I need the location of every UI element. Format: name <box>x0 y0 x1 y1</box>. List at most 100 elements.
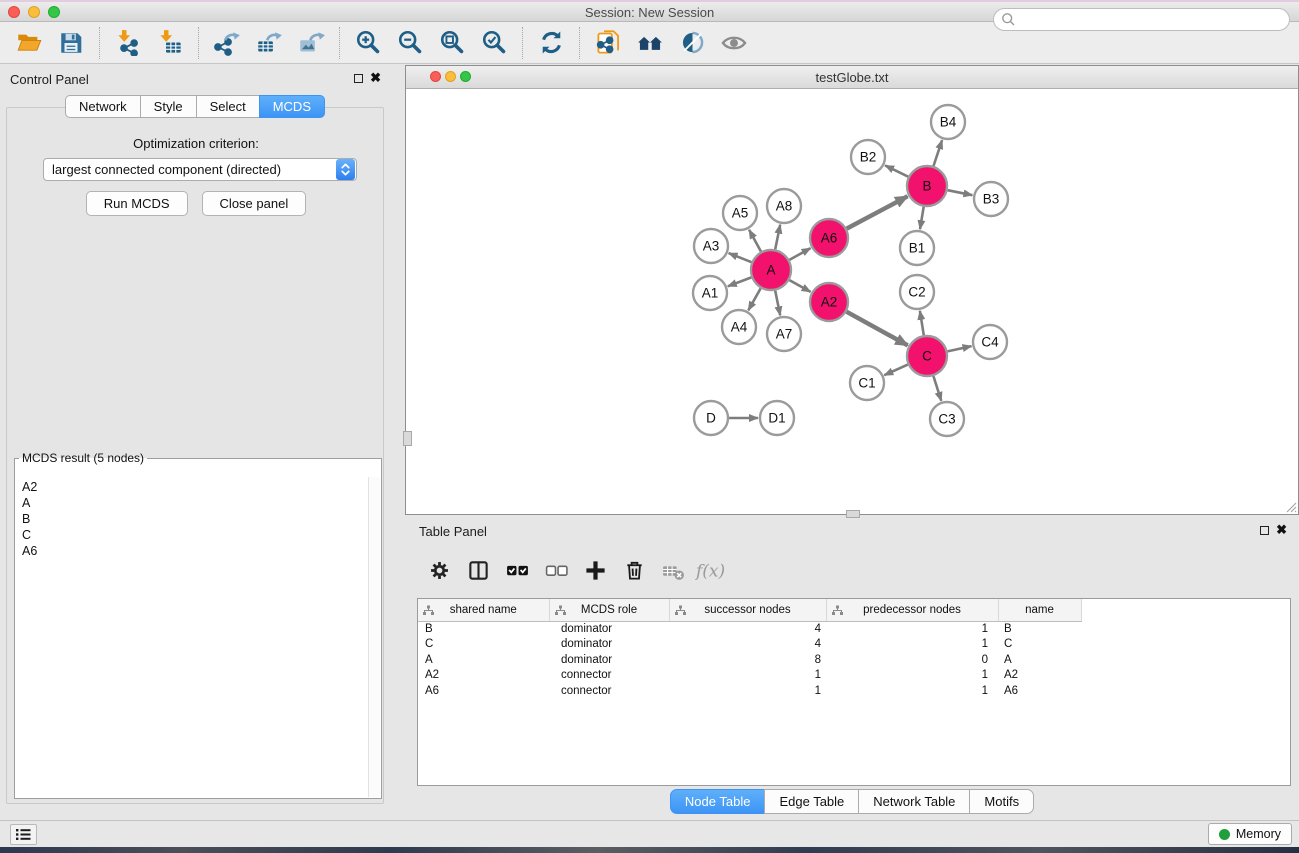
show-columns-button[interactable] <box>463 556 493 588</box>
network-canvas[interactable]: ABCA2A6A1A3A4A5A7A8B1B2B3B4C1C2C3C4DD1 <box>406 89 1298 514</box>
export-network-button[interactable] <box>206 24 248 62</box>
table-cell: dominator <box>549 637 669 653</box>
result-scrollbar[interactable] <box>368 477 380 797</box>
float-panel-icon[interactable] <box>354 74 363 83</box>
gear-icon <box>428 559 451 585</box>
table-cell-filler <box>1081 684 1291 700</box>
close-panel-button[interactable]: Close panel <box>202 191 307 216</box>
node-table: shared nameMCDS rolesuccessor nodes prede… <box>418 599 1291 699</box>
graph-edge-A6-B[interactable] <box>847 196 908 228</box>
mcds-result-item[interactable]: C <box>16 527 368 543</box>
table-row[interactable]: Cdominator41C <box>418 637 1291 653</box>
table-close-icon[interactable]: ✖ <box>1276 522 1287 538</box>
toolbar-separator <box>522 27 523 59</box>
graph-edge-A-A5[interactable] <box>749 230 761 252</box>
column-header-shared-name[interactable]: shared name <box>418 599 549 621</box>
zoom-in-button[interactable] <box>347 24 389 62</box>
graph-node-label-A6: A6 <box>821 231 838 246</box>
deselect-all-rows-button[interactable] <box>541 556 571 588</box>
column-header-successor-nodes[interactable]: successor nodes <box>669 599 826 621</box>
new-network-from-selection-button[interactable] <box>587 24 629 62</box>
memory-button[interactable]: Memory <box>1208 823 1292 845</box>
graph-edge-A-A6[interactable] <box>789 248 810 260</box>
houses-icon <box>637 29 664 56</box>
graph-edge-B-B2[interactable] <box>885 165 908 176</box>
zoom-selected-button[interactable] <box>473 24 515 62</box>
mcds-panel: Optimization criterion: largest connecte… <box>6 107 384 804</box>
run-mcds-button[interactable]: Run MCDS <box>86 191 188 216</box>
search-input[interactable] <box>1016 11 1289 29</box>
table-tab-network-table[interactable]: Network Table <box>858 789 970 814</box>
table-cell: C <box>418 637 549 653</box>
table-row[interactable]: A6connector11A6 <box>418 684 1291 700</box>
birds-eye-handle-left[interactable] <box>403 431 412 446</box>
table-header-filler <box>1081 599 1291 621</box>
delete-column-button[interactable] <box>619 556 649 588</box>
graph-node-label-C: C <box>922 349 932 364</box>
graph-node-label-B1: B1 <box>909 241 926 256</box>
graph-edge-A-A8[interactable] <box>775 225 780 250</box>
table-cell: connector <box>549 684 669 700</box>
add-column-button[interactable] <box>580 556 610 588</box>
show-graphics-details-button[interactable] <box>671 24 713 62</box>
table-cell: 1 <box>826 684 998 700</box>
graph-edge-A-A7[interactable] <box>775 291 780 316</box>
resize-grip[interactable] <box>1283 499 1297 513</box>
graph-edge-A2-C[interactable] <box>847 312 908 346</box>
control-tab-style[interactable]: Style <box>140 95 197 118</box>
graph-edge-B-B1[interactable] <box>920 207 924 230</box>
column-header-predecessor-nodes[interactable]: predecessor nodes <box>826 599 998 621</box>
table-float-icon[interactable] <box>1260 526 1269 535</box>
task-history-button[interactable] <box>10 824 37 845</box>
graph-edge-C-C1[interactable] <box>884 365 908 376</box>
graph-edge-A-A1[interactable] <box>728 277 752 286</box>
import-table-from-file-button[interactable] <box>149 24 191 62</box>
column-header-label: predecessor nodes <box>863 604 961 616</box>
eye-icon <box>720 29 748 57</box>
table-tab-edge-table[interactable]: Edge Table <box>764 789 859 814</box>
graph-edge-A-A2[interactable] <box>789 280 810 292</box>
birds-eye-handle-bottom[interactable] <box>846 510 860 518</box>
graph-edge-B-B4[interactable] <box>934 140 943 166</box>
graph-edge-C-C3[interactable] <box>933 376 941 401</box>
open-session-button[interactable] <box>8 24 50 62</box>
mcds-result-box: MCDS result (5 nodes) A2ABCA6 <box>14 451 382 799</box>
table-row[interactable]: Bdominator41B <box>418 621 1291 637</box>
control-tab-mcds[interactable]: MCDS <box>259 95 325 118</box>
zoom-out-button[interactable] <box>389 24 431 62</box>
graph-node-label-D1: D1 <box>768 411 785 426</box>
close-panel-icon[interactable]: ✖ <box>370 70 381 86</box>
graph-edge-C-C2[interactable] <box>920 311 924 336</box>
save-icon <box>58 30 84 56</box>
toggle-details-button[interactable] <box>713 24 755 62</box>
mcds-result-item[interactable]: A2 <box>16 479 368 495</box>
mcds-result-item[interactable]: A <box>16 495 368 511</box>
criterion-select[interactable]: largest connected component (directed) <box>43 158 357 181</box>
table-row[interactable]: Adominator80A <box>418 653 1291 669</box>
select-all-rows-button[interactable] <box>502 556 532 588</box>
import-network-from-file-button[interactable] <box>107 24 149 62</box>
mcds-result-item[interactable]: A6 <box>16 543 368 559</box>
search-field[interactable] <box>993 8 1290 31</box>
graph-edge-C-C4[interactable] <box>948 346 972 351</box>
mcds-result-item[interactable]: B <box>16 511 368 527</box>
graph-edge-B-B3[interactable] <box>948 190 973 195</box>
control-tab-select[interactable]: Select <box>196 95 260 118</box>
export-image-button[interactable] <box>290 24 332 62</box>
table-row[interactable]: A2connector11A2 <box>418 668 1291 684</box>
graph-edge-A-A4[interactable] <box>748 288 760 310</box>
control-tab-network[interactable]: Network <box>65 95 141 118</box>
first-neighbors-button[interactable] <box>629 24 671 62</box>
refresh-button[interactable] <box>530 24 572 62</box>
columns-icon <box>467 559 490 585</box>
status-bar: Memory <box>0 820 1299 847</box>
export-table-button[interactable] <box>248 24 290 62</box>
zoom-fit-button[interactable] <box>431 24 473 62</box>
table-settings-button[interactable] <box>424 556 454 588</box>
graph-edge-A-A3[interactable] <box>729 253 752 262</box>
save-session-button[interactable] <box>50 24 92 62</box>
table-tab-node-table[interactable]: Node Table <box>670 789 766 814</box>
column-header-name[interactable]: name <box>998 599 1081 621</box>
table-tab-motifs[interactable]: Motifs <box>969 789 1034 814</box>
column-header-mcds-role[interactable]: MCDS role <box>549 599 669 621</box>
